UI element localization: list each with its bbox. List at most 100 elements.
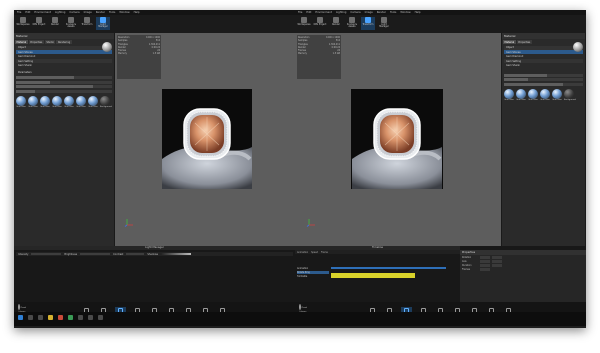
browser-icon[interactable]	[58, 315, 63, 320]
parameter-slider[interactable]	[504, 78, 583, 81]
scene-tree-row[interactable]: Gem Diamond	[504, 55, 583, 59]
menu-item[interactable]: Environment	[315, 11, 332, 14]
material-swatch[interactable]: Gem Blue	[16, 96, 26, 108]
material-swatch[interactable]: Gem Blue	[76, 96, 86, 108]
menu-item[interactable]: Render	[96, 11, 105, 14]
toolbar-button[interactable]: Workspaces	[16, 17, 30, 30]
timeline-control[interactable]: Animation	[297, 251, 308, 254]
property-field[interactable]	[492, 264, 502, 267]
material-swatch[interactable]: Gem Blue	[528, 89, 538, 101]
menu-item[interactable]: Camera	[69, 11, 79, 14]
toolbar-button[interactable]: Render	[48, 17, 62, 30]
light-slider[interactable]	[31, 253, 62, 255]
menu-item[interactable]: Camera	[350, 11, 360, 14]
material-swatch[interactable]: Gem Blue	[28, 96, 38, 108]
render-viewport[interactable]: Resolution 1000 x 1000 Samples 512 Triangl…	[115, 33, 295, 246]
render-viewport[interactable]: Resolution 1000 x 1000 Samples 512 Triangl…	[295, 33, 501, 246]
timeline-animation-track[interactable]	[331, 273, 415, 278]
scene-tree-row[interactable]: Gem Setting	[504, 59, 583, 63]
property-field[interactable]	[492, 256, 502, 259]
timeline-control[interactable]: Speed	[311, 251, 318, 254]
material-swatch[interactable]: Background	[564, 89, 576, 101]
menu-item[interactable]: Tools	[109, 11, 115, 14]
parameter-slider[interactable]	[504, 82, 583, 86]
app-icon[interactable]	[78, 315, 83, 320]
toolbar-button[interactable]: KPG Project	[32, 17, 46, 30]
menu-item[interactable]: Image	[84, 11, 92, 14]
toolbar-button[interactable]: Scenes & Assets	[64, 17, 78, 30]
tab[interactable]: Properties	[516, 40, 532, 44]
light-slider[interactable]	[126, 253, 145, 255]
start-icon[interactable]	[18, 315, 23, 320]
scene-tree-row-selected[interactable]: Gem Stones	[504, 50, 583, 54]
light-slider[interactable]	[80, 253, 111, 255]
toolbar-button[interactable]: Transform	[80, 17, 94, 30]
shadow-gradient-slider[interactable]	[161, 253, 192, 255]
parameter-slider[interactable]	[504, 73, 583, 77]
property-field[interactable]	[480, 264, 490, 267]
parameter-slider[interactable]	[16, 80, 112, 84]
search-icon[interactable]	[28, 315, 33, 320]
scene-tree-row[interactable]: Object	[504, 45, 583, 50]
menu-item[interactable]: File	[298, 11, 302, 14]
material-swatch[interactable]: Gem Blue	[40, 96, 50, 108]
timeline-control[interactable]: Frame	[321, 251, 328, 254]
parameter-slider[interactable]	[16, 89, 112, 93]
property-field[interactable]	[480, 268, 490, 271]
menu-item[interactable]: Window	[400, 11, 410, 14]
timeline-track-name-selected[interactable]: Rotate Ring	[297, 271, 329, 274]
keyshot-icon[interactable]	[98, 315, 103, 320]
toolbar-button[interactable]: Workspaces	[297, 17, 311, 30]
material-swatch[interactable]: Gem Blue	[516, 89, 526, 101]
menu-item[interactable]: Lighting	[55, 11, 65, 14]
toolbar-button-active[interactable]: Transform	[361, 17, 375, 30]
toolbar-button[interactable]: Render	[329, 17, 343, 30]
menu-item[interactable]: Environment	[34, 11, 51, 14]
desktop-screenshot: File Edit Environment Lighting Camera Im…	[14, 10, 586, 328]
menu-item[interactable]: Render	[377, 11, 386, 14]
property-field[interactable]	[492, 260, 502, 263]
material-swatch[interactable]: Background	[100, 96, 112, 108]
material-swatch[interactable]: Gem Blue	[52, 96, 62, 108]
property-field[interactable]	[480, 256, 490, 259]
scene-tree-row[interactable]: Gem Shank	[16, 64, 112, 68]
scene-tree-row-selected[interactable]: Gem Stones	[16, 50, 112, 54]
material-swatch[interactable]: Gem Blue	[540, 89, 550, 101]
property-field[interactable]	[480, 260, 490, 263]
app-icon[interactable]	[68, 315, 73, 320]
scene-tree-row[interactable]: Gem Setting	[16, 59, 112, 63]
menu-item[interactable]: Tools	[390, 11, 396, 14]
toolbar-button[interactable]: Scenes & Assets	[345, 17, 359, 30]
menu-item[interactable]: Help	[134, 11, 140, 14]
toolbar-button[interactable]: KPG Project	[313, 17, 327, 30]
task-view-icon[interactable]	[38, 315, 43, 320]
tab[interactable]: Properties	[28, 40, 44, 44]
material-swatch[interactable]: Gem Blue	[552, 89, 562, 101]
file-explorer-icon[interactable]	[48, 315, 53, 320]
toolbar-button-active[interactable]: Light Manager	[96, 17, 110, 30]
timeline-playhead-range[interactable]	[331, 267, 446, 269]
tab[interactable]: Material	[503, 40, 516, 44]
tab[interactable]: Studio	[44, 40, 56, 44]
parameter-slider[interactable]	[16, 76, 112, 79]
menu-item[interactable]: Lighting	[336, 11, 346, 14]
tab[interactable]: Rendering	[56, 40, 72, 44]
material-swatch[interactable]: Gem Blue	[88, 96, 98, 108]
menu-item[interactable]: File	[17, 11, 21, 14]
timeline-track-name[interactable]: Animation	[297, 267, 329, 270]
menu-item[interactable]: Edit	[25, 11, 30, 14]
menu-item[interactable]: Help	[415, 11, 421, 14]
menu-item[interactable]: Edit	[306, 11, 311, 14]
scene-tree-row[interactable]: Gem Diamond	[16, 55, 112, 59]
menu-item[interactable]: Window	[119, 11, 129, 14]
material-swatch[interactable]: Gem Blue	[504, 89, 514, 101]
material-swatch[interactable]: Gem Blue	[64, 96, 74, 108]
scene-tree-row[interactable]: Object	[16, 45, 112, 50]
app-icon[interactable]	[88, 315, 93, 320]
parameter-slider[interactable]	[16, 85, 112, 88]
scene-tree-row[interactable]: Gem Shank	[504, 64, 583, 68]
toolbar-button[interactable]: Light Manager	[377, 17, 391, 30]
menu-item[interactable]: Image	[365, 11, 373, 14]
timeline-track-name[interactable]: Turntable	[297, 275, 329, 278]
tab[interactable]: Material	[15, 40, 28, 44]
